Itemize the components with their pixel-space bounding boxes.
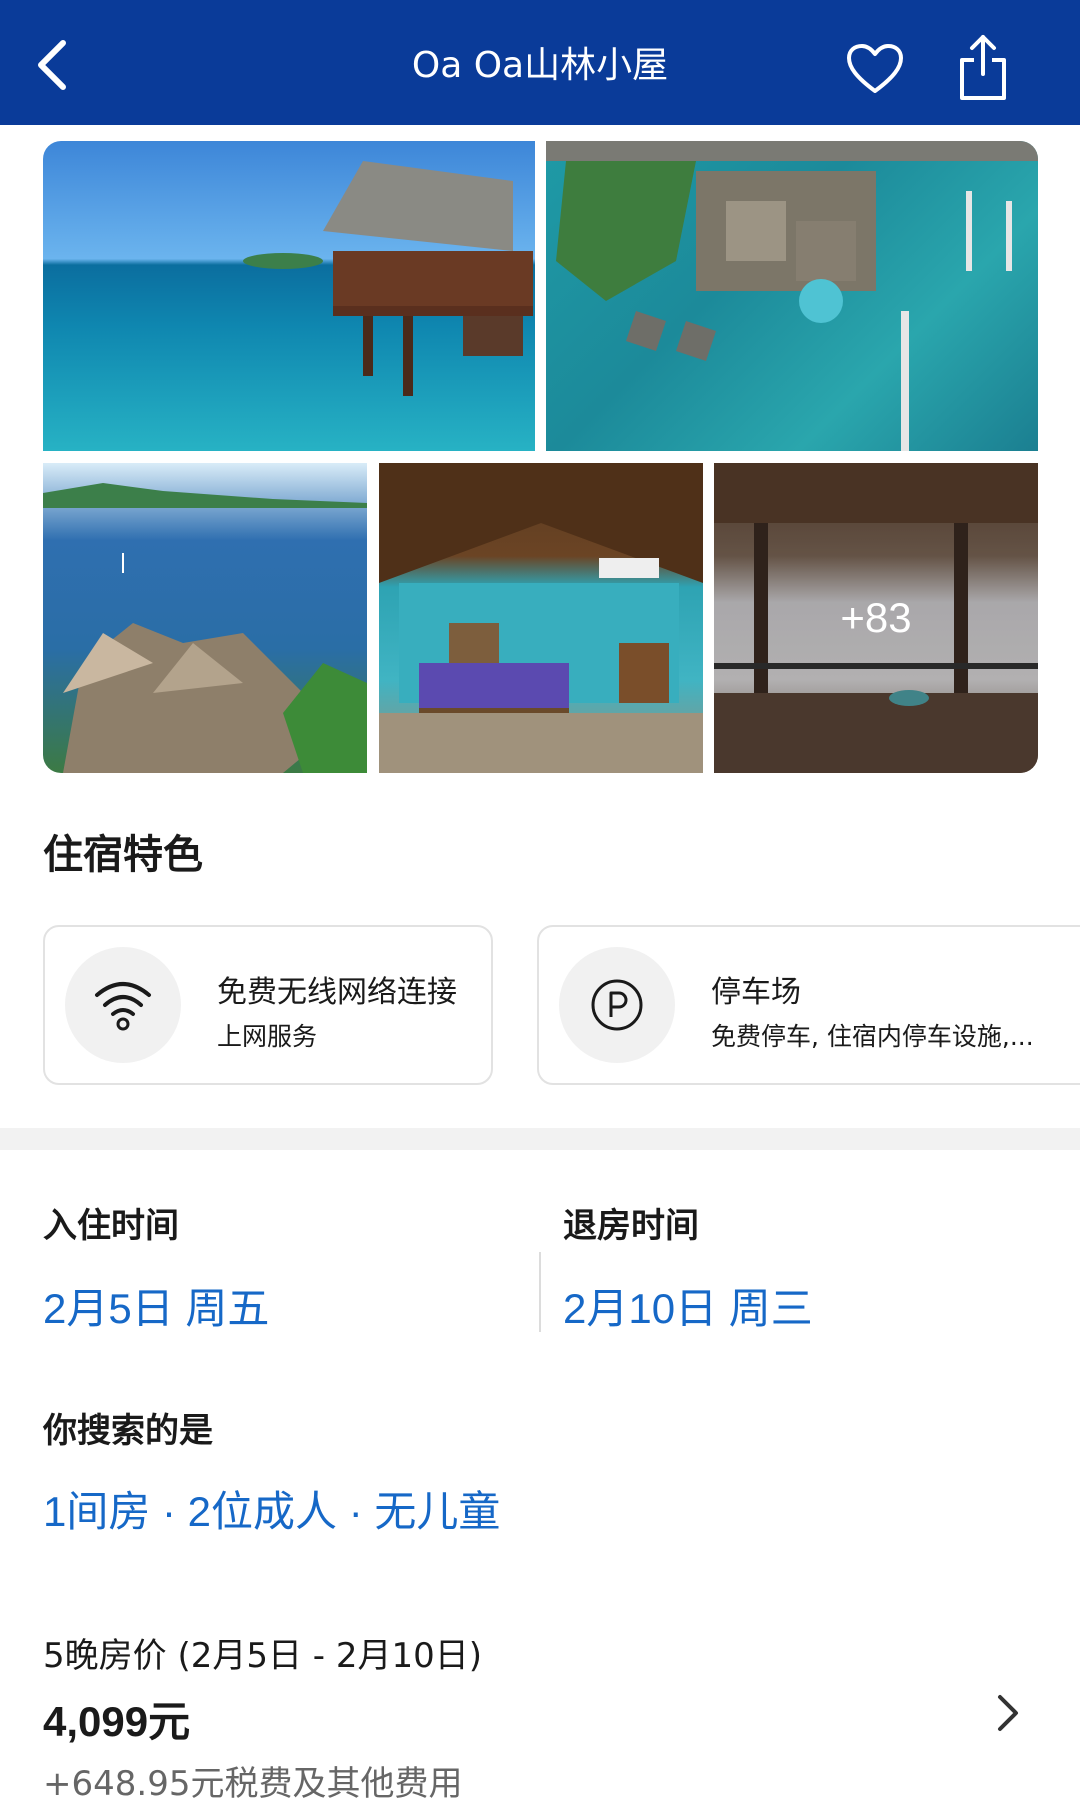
share-button[interactable]	[948, 28, 1018, 108]
chevron-right-icon	[998, 1695, 1018, 1731]
back-button[interactable]	[18, 30, 88, 100]
feature-title: 免费无线网络连接	[217, 975, 457, 1010]
island-illustration	[43, 483, 367, 773]
share-icon	[960, 35, 1006, 100]
guests-rooms-selector[interactable]: 1间房 · 2位成人 · 无儿童	[43, 1478, 500, 1539]
section-divider	[0, 1128, 1080, 1150]
price-details-button[interactable]	[988, 1688, 1028, 1738]
wifi-icon-badge	[65, 947, 181, 1063]
photo-bedroom[interactable]	[379, 463, 703, 773]
date-divider	[539, 1252, 541, 1332]
checkin-date[interactable]: 2月5日 周五	[43, 1275, 269, 1336]
checkout-label: 退房时间	[563, 1206, 699, 1246]
photo-terrace[interactable]: +83	[714, 463, 1038, 773]
bungalow-illustration	[243, 161, 533, 396]
feature-card-parking[interactable]: 停车场 免费停车, 住宿内停车设施,...	[537, 925, 1080, 1085]
feature-subtitle: 上网服务	[217, 1022, 318, 1051]
price-taxes: +648.95元税费及其他费用	[43, 1764, 463, 1804]
search-summary-label: 你搜索的是	[43, 1411, 213, 1451]
parking-icon-badge	[559, 947, 675, 1063]
price-caption: 5晚房价 (2月5日 - 2月10日)	[43, 1636, 483, 1676]
feature-title: 停车场	[711, 975, 801, 1010]
heart-icon	[847, 44, 903, 93]
photo-island-view[interactable]	[43, 463, 367, 773]
wifi-icon	[95, 982, 151, 1031]
chevron-left-icon	[38, 40, 66, 90]
photo-aerial-resort[interactable]	[546, 141, 1038, 451]
feature-card-wifi[interactable]: 免费无线网络连接 上网服务	[43, 925, 493, 1085]
aerial-illustration	[546, 141, 1038, 451]
bedroom-illustration	[379, 463, 703, 773]
photo-overwater-bungalow[interactable]	[43, 141, 535, 451]
parking-icon	[591, 979, 643, 1031]
top-app-bar: Oa Oa山林小屋	[0, 0, 1080, 125]
price-total[interactable]: 4,099元	[43, 1688, 190, 1749]
page-title: Oa Oa山林小屋	[411, 45, 669, 86]
favorite-button[interactable]	[840, 34, 910, 104]
feature-subtitle: 免费停车, 住宿内停车设施,...	[711, 1022, 1034, 1051]
more-photos-count[interactable]: +83	[714, 463, 1038, 773]
features-title: 住宿特色	[43, 832, 203, 878]
checkin-label: 入住时间	[43, 1206, 179, 1246]
checkout-date[interactable]: 2月10日 周三	[563, 1275, 813, 1336]
